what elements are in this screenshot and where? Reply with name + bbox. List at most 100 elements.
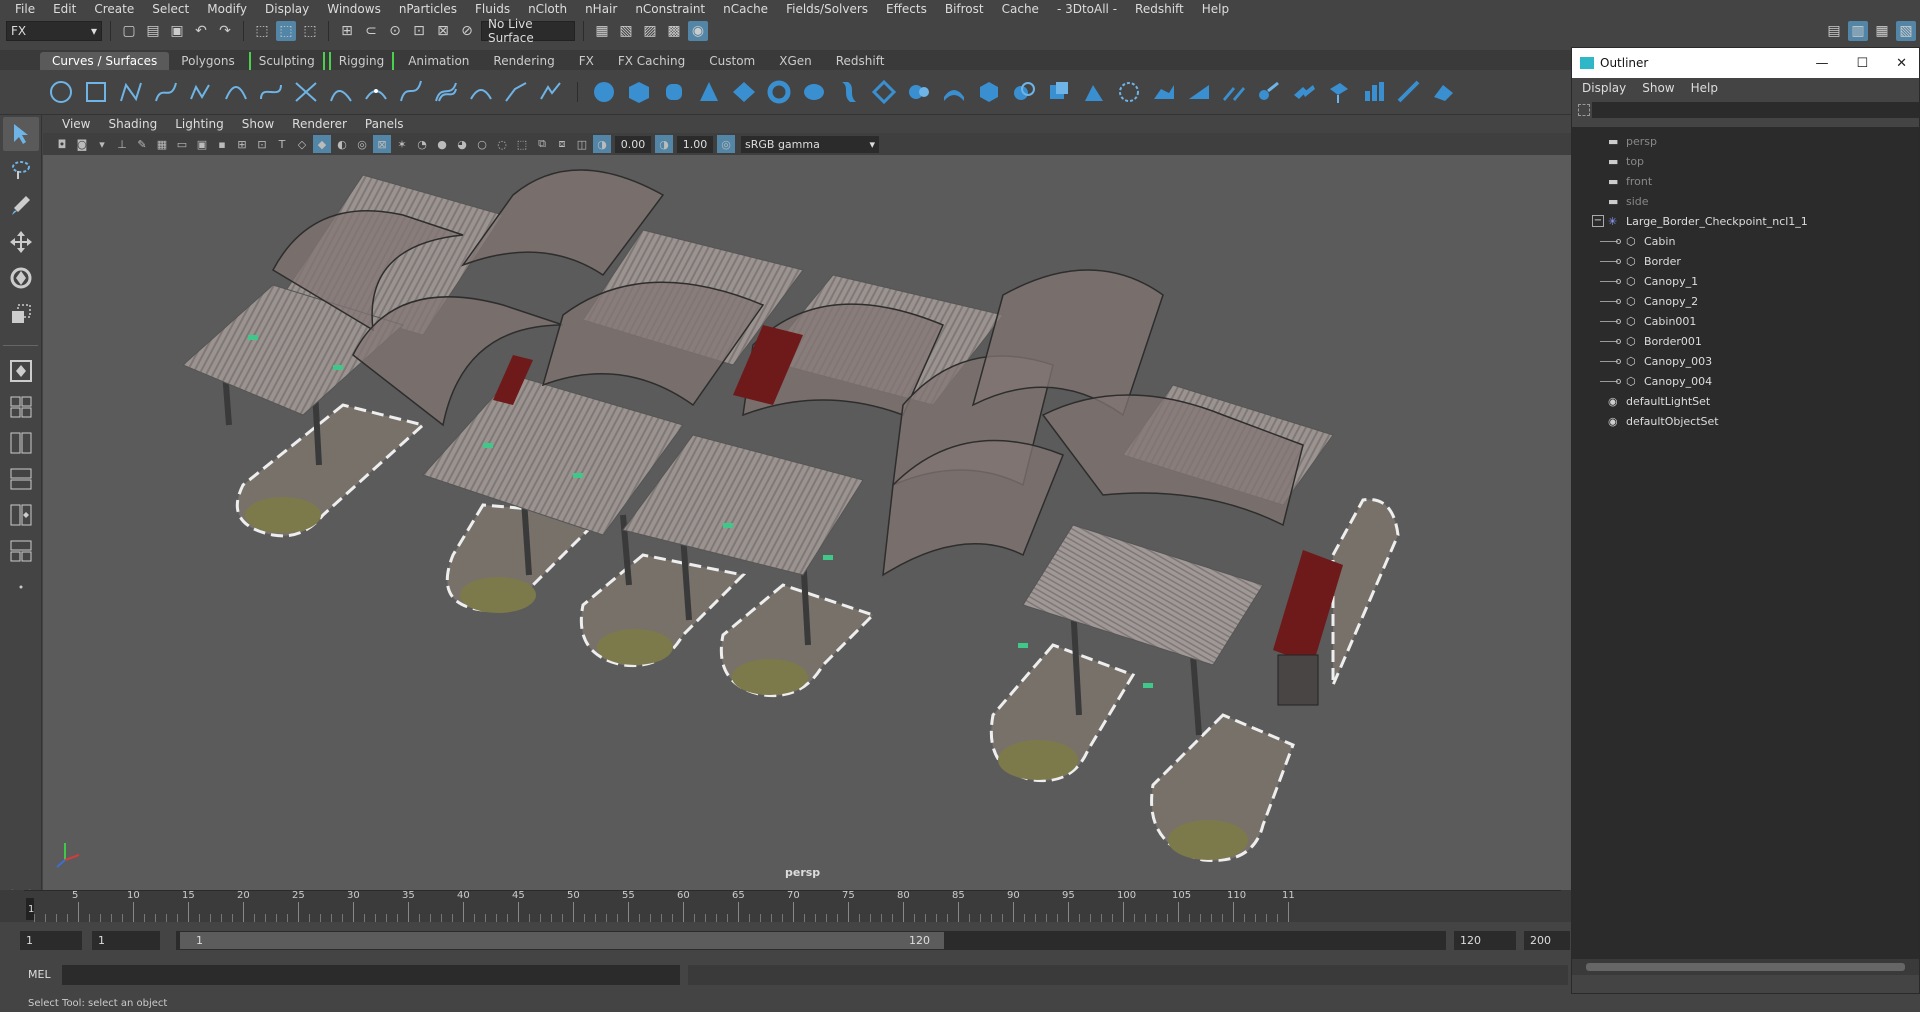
project-curve-icon[interactable] (1116, 79, 1142, 105)
move-tool-button[interactable] (3, 225, 39, 259)
command-input[interactable] (62, 965, 680, 985)
shelf-tab-custom[interactable]: Custom (697, 52, 767, 70)
planar-icon[interactable] (871, 79, 897, 105)
fit-bspline-icon[interactable] (538, 79, 564, 105)
viewport-menu-view[interactable]: View (53, 117, 99, 131)
open-scene-icon[interactable]: ▤ (143, 21, 163, 41)
nurbs-sphere-icon[interactable] (591, 79, 617, 105)
menu-nconstraint[interactable]: nConstraint (626, 2, 714, 16)
outliner-menu-display[interactable]: Display (1582, 81, 1636, 95)
snap-live-icon[interactable]: ⊘ (457, 21, 477, 41)
outliner-item[interactable]: ◉ defaultLightSet (1572, 391, 1919, 411)
insert-knot-icon[interactable] (363, 79, 389, 105)
rotate-tool-button[interactable] (3, 261, 39, 295)
camera-attributes-icon[interactable]: ◙ (73, 135, 91, 153)
menu-modify[interactable]: Modify (198, 2, 256, 16)
menu-bifrost[interactable]: Bifrost (936, 2, 993, 16)
outliner-menu-help[interactable]: Help (1691, 81, 1728, 95)
motion-blur-icon[interactable]: ◕ (453, 135, 471, 153)
snap-point-icon[interactable]: ⊙ (385, 21, 405, 41)
undo-icon[interactable]: ↶ (191, 21, 211, 41)
redo-icon[interactable]: ↷ (215, 21, 235, 41)
outliner-item[interactable]: ▬ side (1572, 191, 1919, 211)
filter-icon[interactable] (1578, 104, 1590, 116)
birail-icon[interactable] (941, 79, 967, 105)
boundary-icon[interactable] (1011, 79, 1037, 105)
extend-surface-icon[interactable] (1396, 79, 1422, 105)
anti-alias-icon[interactable]: ○ (473, 135, 491, 153)
menu-3dtoall[interactable]: - 3DtoAll - (1048, 2, 1126, 16)
gamma-field[interactable]: 1.00 (677, 135, 713, 153)
lasso-tool-button[interactable] (3, 153, 39, 187)
playback-start-field[interactable]: 1 (92, 931, 160, 950)
bevel-plus-icon[interactable] (976, 79, 1002, 105)
view-transform-dropdown[interactable]: sRGB gamma ▾ (741, 135, 879, 153)
outliner-item[interactable]: ⬡ Canopy_1 (1572, 271, 1919, 291)
maximize-icon[interactable]: ☐ (1856, 56, 1868, 71)
custom-layout-button[interactable] (3, 570, 39, 604)
render-settings-icon[interactable]: ▩ (664, 21, 684, 41)
graph-layout-button[interactable] (3, 534, 39, 568)
ambient-occlusion-icon[interactable]: ● (433, 135, 451, 153)
new-scene-icon[interactable]: ▢ (119, 21, 139, 41)
menu-effects[interactable]: Effects (877, 2, 936, 16)
outliner-item[interactable]: − ✳ Large_Border_Checkpoint_ncl1_1 (1572, 211, 1919, 231)
insert-isoparm-icon[interactable] (1361, 79, 1387, 105)
shelf-tab-rigging[interactable]: Rigging (328, 52, 395, 70)
render-frame-icon[interactable]: ▧ (616, 21, 636, 41)
nurbs-plane-icon[interactable] (731, 79, 757, 105)
shelf-tab-fx-caching[interactable]: FX Caching (606, 52, 697, 70)
two-pane-layout-button[interactable] (3, 426, 39, 460)
untrim-icon[interactable] (1186, 79, 1212, 105)
select-component-icon[interactable]: ⬚ (300, 21, 320, 41)
cv-curve-icon[interactable] (118, 79, 144, 105)
xray-joints-icon[interactable]: ⧈ (553, 135, 571, 153)
nurbs-torus-icon[interactable] (766, 79, 792, 105)
menu-nhair[interactable]: nHair (576, 2, 626, 16)
rebuild-curve-icon[interactable] (503, 79, 529, 105)
shelf-tab-animation[interactable]: Animation (396, 52, 481, 70)
menu-create[interactable]: Create (85, 2, 143, 16)
grid-toggle-icon[interactable]: ▦ (153, 135, 171, 153)
xray-components-icon[interactable]: ◫ (573, 135, 591, 153)
trim-icon[interactable] (1151, 79, 1177, 105)
minimize-icon[interactable]: — (1815, 56, 1828, 71)
wireframe-icon[interactable]: ◇ (293, 135, 311, 153)
save-scene-icon[interactable]: ▣ (167, 21, 187, 41)
outliner-item[interactable]: ◉ defaultObjectSet (1572, 411, 1919, 431)
paint-select-tool-button[interactable] (3, 189, 39, 223)
menu-ncache[interactable]: nCache (714, 2, 777, 16)
depth-of-field-icon[interactable]: ◌ (493, 135, 511, 153)
outliner-item[interactable]: ⬡ Canopy_2 (1572, 291, 1919, 311)
reverse-curve-icon[interactable] (468, 79, 494, 105)
hypershade-icon[interactable]: ◉ (688, 21, 708, 41)
grease-pencil-icon[interactable]: ✎ (133, 135, 151, 153)
outliner-item[interactable]: ⬡ Border (1572, 251, 1919, 271)
detach-curves-icon[interactable] (328, 79, 354, 105)
nurbs-square-icon[interactable] (83, 79, 109, 105)
outliner-item[interactable]: ⬡ Cabin (1572, 231, 1919, 251)
attach-surfaces-icon[interactable] (1221, 79, 1247, 105)
shelf-tab-redshift[interactable]: Redshift (824, 52, 897, 70)
shelf-tab-polygons[interactable]: Polygons (169, 52, 246, 70)
detach-surfaces-icon[interactable] (1256, 79, 1282, 105)
single-pane-layout-button[interactable] (3, 354, 39, 388)
nurbs-cylinder-icon[interactable] (661, 79, 687, 105)
shadows-icon[interactable]: ◔ (413, 135, 431, 153)
exposure-field[interactable]: 0.00 (615, 135, 651, 153)
menu-nparticles[interactable]: nParticles (390, 2, 466, 16)
outliner-menu-show[interactable]: Show (1642, 81, 1684, 95)
offset-curve-icon[interactable] (433, 79, 459, 105)
attribute-editor-icon[interactable]: ▥ (1848, 21, 1868, 41)
revolve-icon[interactable] (801, 79, 827, 105)
animation-start-field[interactable]: 1 (20, 931, 82, 950)
snap-curve-icon[interactable]: ⊂ (361, 21, 381, 41)
viewport-menu-renderer[interactable]: Renderer (283, 117, 356, 131)
menu-fluids[interactable]: Fluids (466, 2, 519, 16)
nurbs-circle-icon[interactable] (48, 79, 74, 105)
viewport-menu-shading[interactable]: Shading (99, 117, 166, 131)
snap-grid-icon[interactable]: ⊞ (337, 21, 357, 41)
outliner-layout-button[interactable] (3, 498, 39, 532)
smooth-shade-icon[interactable]: ◆ (313, 135, 331, 153)
outliner-item[interactable]: ▬ front (1572, 171, 1919, 191)
